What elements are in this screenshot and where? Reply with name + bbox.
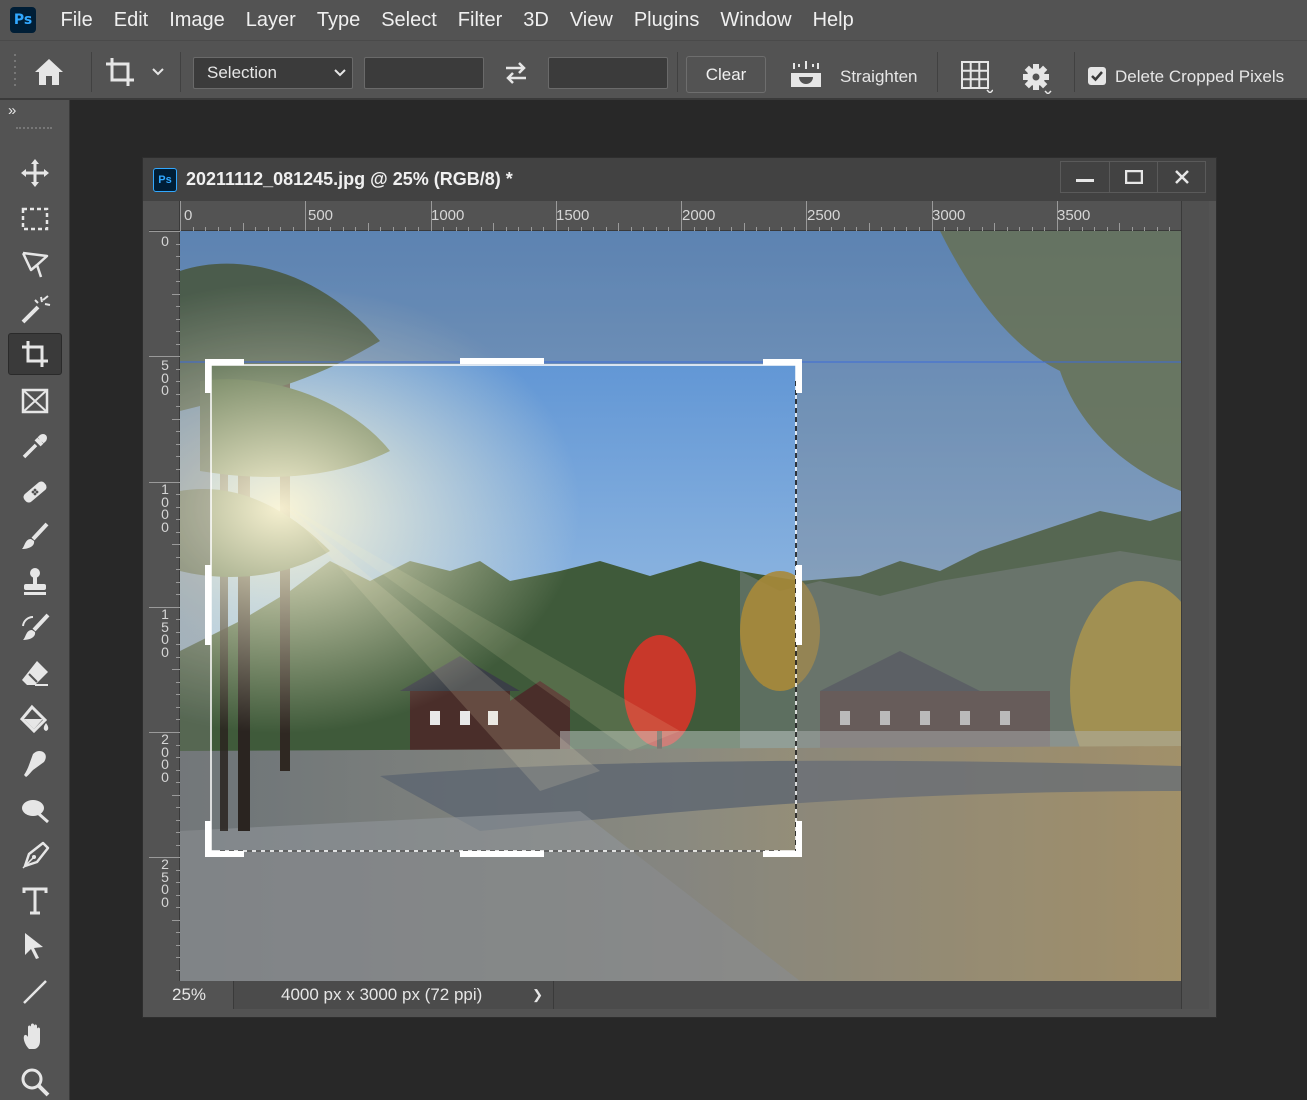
horizontal-ruler[interactable]: 0 500 1000 1500 2000 2500 3000 3500 [180, 201, 1181, 231]
grid-overlay-icon[interactable] [956, 56, 996, 96]
straighten-label[interactable]: Straighten [840, 62, 926, 92]
path-selection-tool-icon[interactable] [8, 925, 62, 967]
zoom-tool-icon[interactable] [8, 1061, 62, 1100]
ruler-h-label: 3500 [1057, 207, 1091, 224]
pen-tool-icon[interactable] [8, 835, 62, 877]
ratio-select[interactable]: Selection [193, 57, 353, 89]
ruler-h-label: 2000 [682, 207, 716, 224]
close-icon[interactable] [1157, 162, 1205, 192]
height-input[interactable] [548, 57, 668, 89]
home-icon[interactable] [28, 52, 70, 92]
ruler-v-label: 500 [161, 357, 169, 398]
type-tool-icon[interactable] [8, 880, 62, 922]
checkmark-icon [1091, 71, 1103, 82]
dodge-tool-icon[interactable] [8, 789, 62, 831]
smudge-tool-icon[interactable] [8, 743, 62, 785]
vertical-ruler[interactable]: 0 500 1000 1500 2000 2500 [149, 231, 180, 981]
menu-window[interactable]: Window [710, 0, 802, 40]
menu-view[interactable]: View [559, 0, 623, 40]
crop-preset-icon[interactable] [102, 54, 138, 90]
frame-tool-icon[interactable] [8, 380, 62, 422]
menu-bar: Ps File Edit Image Layer Type Select Fil… [0, 0, 1307, 40]
window-controls [1060, 161, 1206, 193]
delete-cropped-checkbox[interactable] [1088, 67, 1106, 85]
zoom-level[interactable]: 25% [149, 981, 234, 1009]
document-window: Ps 20211112_081245.jpg @ 25% (RGB/8) * 0… [142, 157, 1217, 1018]
ruler-h-label: 3000 [932, 207, 966, 224]
straighten-icon[interactable] [787, 58, 825, 92]
maximize-icon[interactable] [1109, 162, 1157, 192]
canvas[interactable] [180, 231, 1181, 981]
ruler-v-label: 1500 [161, 606, 169, 660]
chevron-right-icon[interactable]: ❯ [532, 987, 543, 1003]
history-brush-tool-icon[interactable] [8, 607, 62, 649]
width-input[interactable] [364, 57, 484, 89]
menu-plugins[interactable]: Plugins [623, 0, 710, 40]
swap-icon[interactable] [498, 58, 534, 88]
ruler-v-label: 0 [161, 233, 169, 249]
lasso-tool-icon[interactable] [8, 243, 62, 285]
minimize-icon[interactable] [1061, 162, 1109, 192]
eraser-tool-icon[interactable] [8, 652, 62, 694]
ratio-select-value: Selection [207, 63, 277, 82]
hand-tool-icon[interactable] [8, 1016, 62, 1058]
move-tool-icon[interactable] [8, 152, 62, 194]
menu-help[interactable]: Help [802, 0, 864, 40]
clone-stamp-tool-icon[interactable] [8, 561, 62, 603]
photo-image [180, 231, 1181, 981]
menu-file[interactable]: File [50, 0, 103, 40]
status-bar: 25% 4000 px x 3000 px (72 ppi) ❯ [149, 981, 1181, 1009]
menu-layer[interactable]: Layer [235, 0, 306, 40]
ruler-h-label: 2500 [807, 207, 841, 224]
chevron-down-icon[interactable] [150, 64, 166, 80]
menu-select[interactable]: Select [371, 0, 448, 40]
crop-tool-icon[interactable] [8, 333, 62, 375]
healing-brush-tool-icon[interactable] [8, 471, 62, 513]
document-size-text: 4000 px x 3000 px (72 ppi) [281, 985, 483, 1004]
line-tool-icon[interactable] [8, 971, 62, 1013]
expand-panel-icon[interactable]: » [8, 102, 16, 119]
clear-button[interactable]: Clear [686, 56, 766, 93]
rectangular-marquee-tool-icon[interactable] [8, 198, 62, 240]
ruler-corner[interactable] [149, 201, 180, 231]
toolbar-grip[interactable] [16, 127, 52, 131]
menu-edit[interactable]: Edit [103, 0, 158, 40]
magic-wand-tool-icon[interactable] [8, 289, 62, 331]
ruler-h-label: 1000 [431, 207, 465, 224]
menu-image[interactable]: Image [159, 0, 236, 40]
document-title: 20211112_081245.jpg @ 25% (RGB/8) * [186, 169, 513, 189]
photoshop-logo-icon: Ps [10, 7, 36, 33]
chevron-down-icon [334, 69, 346, 77]
document-title-bar[interactable]: Ps 20211112_081245.jpg @ 25% (RGB/8) * [143, 158, 1216, 201]
menu-3d[interactable]: 3D [513, 0, 560, 40]
eyedropper-tool-icon[interactable] [8, 425, 62, 467]
ruler-h-label: 500 [308, 207, 334, 224]
menu-filter[interactable]: Filter [447, 0, 512, 40]
photoshop-doc-icon: Ps [153, 167, 177, 192]
menu-type[interactable]: Type [306, 0, 370, 40]
gear-icon[interactable] [1016, 58, 1056, 96]
document-info[interactable]: 4000 px x 3000 px (72 ppi) ❯ [234, 981, 554, 1009]
ruler-h-label: 0 [184, 207, 193, 224]
brush-tool-icon[interactable] [8, 516, 62, 558]
options-grip[interactable] [14, 52, 18, 88]
toolbar: » [0, 100, 70, 1100]
delete-cropped-label[interactable]: Delete Cropped Pixels [1115, 63, 1284, 91]
vertical-scrollbar[interactable] [1181, 201, 1209, 1009]
ruler-v-label: 2000 [161, 731, 169, 785]
ruler-v-label: 1000 [161, 481, 169, 535]
ruler-v-label: 2500 [161, 856, 169, 910]
ruler-h-label: 1500 [556, 207, 590, 224]
paint-bucket-tool-icon[interactable] [8, 698, 62, 740]
